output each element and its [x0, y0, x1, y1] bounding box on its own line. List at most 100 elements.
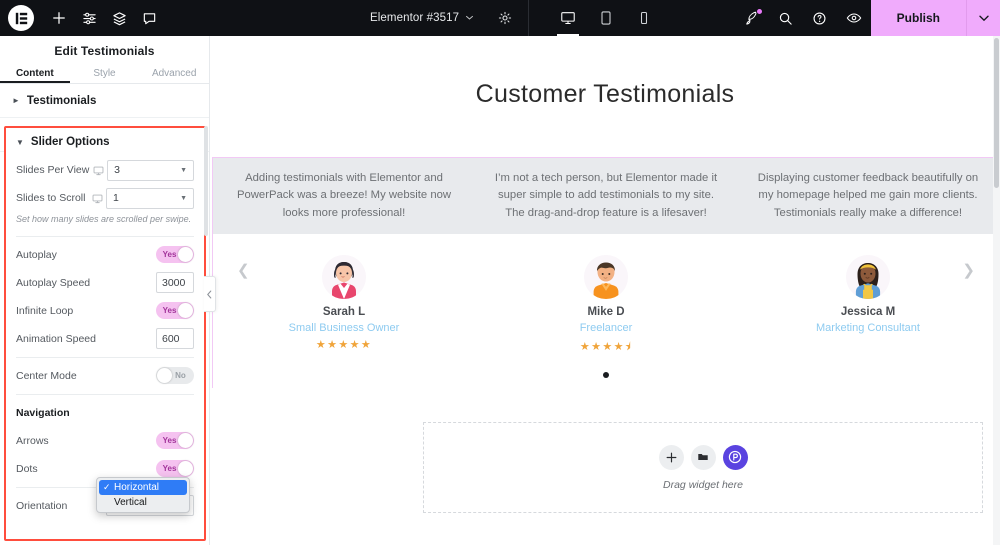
elementor-logo-icon[interactable]: [8, 5, 34, 31]
quotes-row: Adding testimonials with Elementor and P…: [213, 158, 999, 243]
dropdown-option-vertical[interactable]: Vertical: [99, 495, 187, 510]
control-slides-to-scroll: Slides to Scroll 1 ▼: [6, 184, 204, 212]
orientation-label: Orientation: [16, 499, 68, 512]
publish-options-chevron-down-icon[interactable]: [966, 0, 1000, 36]
testimonial-role: Marketing Consultant: [816, 322, 920, 334]
tab-content[interactable]: Content: [0, 66, 70, 83]
toggle-knob: [178, 303, 193, 319]
quote-text: Adding testimonials with Elementor and P…: [236, 171, 452, 219]
toggle-knob: [178, 247, 193, 263]
avatar: [584, 255, 628, 299]
gear-icon[interactable]: [492, 0, 518, 36]
testimonial-role: Small Business Owner: [288, 322, 400, 334]
avatar: [846, 255, 890, 299]
document-controls: Elementor #3517: [370, 0, 663, 36]
desktop-icon[interactable]: [89, 165, 107, 176]
scrollbar-thumb[interactable]: [994, 38, 999, 188]
autoplay-label: Autoplay: [16, 248, 57, 261]
search-icon[interactable]: [769, 0, 803, 36]
slider-options-header[interactable]: ▼ Slider Options: [6, 128, 204, 156]
testimonial-card: Sarah L Small Business Owner ★★★★★: [213, 234, 475, 388]
slider-next-arrow-icon[interactable]: ❯: [962, 261, 975, 279]
control-infinite-loop: Infinite Loop Yes: [6, 297, 204, 325]
desktop-icon[interactable]: [88, 193, 106, 204]
control-autoplay-speed: Autoplay Speed 3000: [6, 269, 204, 297]
control-arrows: Arrows Yes: [6, 427, 204, 455]
arrows-label: Arrows: [16, 434, 49, 447]
testimonial-name: Jessica M: [840, 306, 896, 318]
autoplay-toggle[interactable]: Yes: [156, 246, 194, 264]
editor-canvas: Customer Testimonials Adding testimonial…: [210, 36, 1000, 545]
center-mode-label: Center Mode: [16, 369, 77, 382]
navigation-label: Navigation: [16, 406, 70, 419]
panel-title: Edit Testimonials: [54, 44, 155, 58]
layers-icon[interactable]: [104, 0, 134, 36]
help-circle-icon[interactable]: [803, 0, 837, 36]
comment-icon[interactable]: [134, 0, 164, 36]
publish-button[interactable]: Publish: [870, 0, 966, 36]
add-widget-plus-icon[interactable]: [658, 444, 684, 470]
slides-per-view-label: Slides Per View: [16, 164, 90, 176]
drag-widget-dropzone[interactable]: Drag widget here: [423, 422, 983, 513]
section-testimonials[interactable]: ► Testimonials: [0, 84, 209, 118]
slides-to-scroll-select[interactable]: 1 ▼: [106, 187, 194, 209]
infinite-loop-toggle[interactable]: Yes: [156, 302, 194, 320]
canvas-scrollbar[interactable]: [993, 36, 1000, 545]
panel-scrollbar[interactable]: [204, 126, 208, 236]
section-testimonials-label: Testimonials: [26, 94, 97, 107]
slides-per-view-select[interactable]: 3 ▼: [107, 159, 194, 181]
rating-stars: ★★★★⯨: [579, 341, 633, 353]
center-mode-toggle[interactable]: No: [156, 367, 194, 385]
pagination-dot[interactable]: [603, 372, 609, 378]
tab-style[interactable]: Style: [70, 66, 140, 83]
control-autoplay: Autoplay Yes: [6, 241, 204, 269]
animation-speed-input[interactable]: 600: [156, 328, 194, 350]
plus-icon[interactable]: [44, 0, 74, 36]
page-heading: Customer Testimonials: [475, 80, 735, 108]
slider-options-title: Slider Options: [30, 136, 110, 148]
chevron-down-icon[interactable]: [465, 9, 474, 27]
autoplay-speed-input[interactable]: 3000: [156, 272, 194, 294]
template-folder-icon[interactable]: [690, 444, 716, 470]
autoplay-speed-label: Autoplay Speed: [16, 276, 91, 289]
device-switcher: [549, 0, 663, 36]
quote-text: Displaying customer feedback beautifully…: [757, 171, 979, 219]
dots-toggle[interactable]: Yes: [156, 460, 194, 478]
tab-advanced[interactable]: Advanced: [139, 66, 209, 83]
toolbar-left-group: [0, 0, 164, 36]
testimonials-widget[interactable]: Adding testimonials with Elementor and P…: [212, 157, 1000, 388]
avatar: [322, 255, 366, 299]
quote-bubble: I’m not a tech person, but Elementor mad…: [475, 158, 737, 243]
control-animation-speed: Animation Speed 600: [6, 325, 204, 353]
check-icon: ✓: [103, 482, 111, 492]
caret-down-icon: ▼: [16, 137, 24, 147]
notification-dot: [755, 8, 763, 15]
elementor-editor: Elementor #3517 Publish Edit Testimonial…: [0, 0, 1000, 545]
toggle-knob: [157, 368, 172, 384]
eye-icon[interactable]: [837, 0, 871, 36]
slides-to-scroll-label: Slides to Scroll: [16, 192, 86, 204]
arrows-toggle[interactable]: Yes: [156, 432, 194, 450]
sliders-icon[interactable]: [74, 0, 104, 36]
toggle-knob: [178, 461, 193, 477]
testimonial-card: Mike D Freelancer ★★★★⯨: [475, 234, 737, 388]
testimonial-name: Mike D: [587, 306, 625, 318]
chevron-down-icon: ▼: [180, 166, 187, 174]
slides-to-scroll-value: 1: [113, 192, 119, 204]
device-tablet-button[interactable]: [587, 0, 625, 36]
slides-per-view-value: 3: [114, 164, 120, 176]
document-title[interactable]: Elementor #3517: [370, 12, 459, 24]
navigation-subheading: Navigation: [6, 399, 204, 427]
rocket-icon[interactable]: [735, 0, 769, 36]
quote-text: I’m not a tech person, but Elementor mad…: [494, 171, 718, 219]
dropdown-option-horizontal[interactable]: ✓ Horizontal: [99, 480, 187, 495]
caret-right-icon: ►: [12, 96, 20, 105]
toolbar-right-group: Publish: [735, 0, 1000, 36]
powerpack-icon[interactable]: [722, 444, 748, 470]
toggle-knob: [178, 433, 193, 449]
slider-prev-arrow-icon[interactable]: ❮: [237, 261, 250, 279]
device-mobile-button[interactable]: [625, 0, 663, 36]
testimonial-name: Sarah L: [322, 306, 366, 318]
panel-collapse-handle[interactable]: [204, 276, 216, 312]
device-desktop-button[interactable]: [549, 0, 587, 36]
